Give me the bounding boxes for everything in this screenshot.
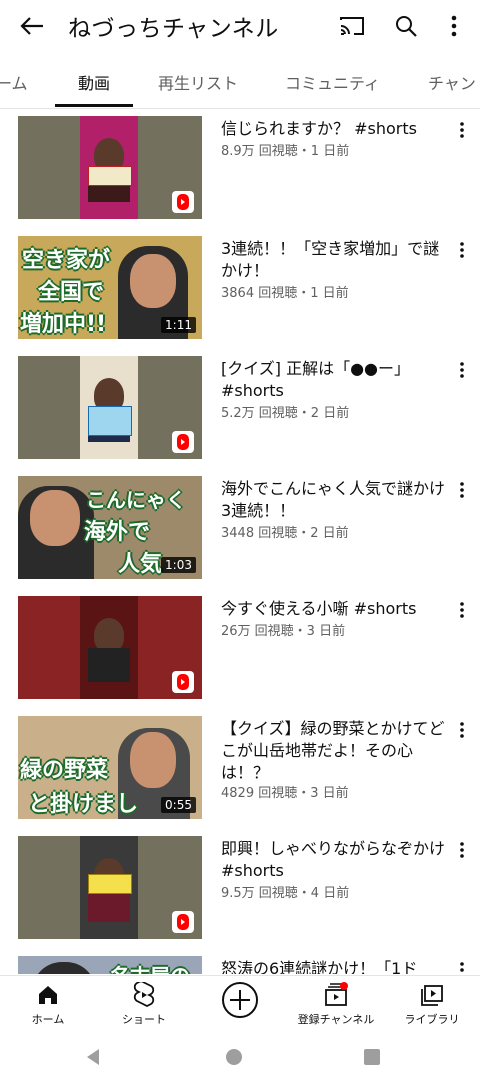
nav-shorts[interactable]: ショート [96,982,192,1027]
more-vert-icon[interactable] [440,10,468,42]
shorts-logo-icon [172,431,194,453]
more-vert-icon[interactable] [452,598,472,622]
list-item[interactable]: 緑の野菜 と掛けまし 0:55 【クイズ】緑の野菜とかけてどこが山岳地帯だよ！そ… [0,708,480,828]
more-vert-icon[interactable] [452,118,472,142]
bottom-navigation: ホーム ショート 登録チャンネル ライブラリ [0,975,480,1031]
video-thumbnail[interactable]: 空き家が 全国で 増加中!! 1:11 [18,236,202,339]
video-title[interactable]: 即興！しゃべりながらなぞかけ #shorts [221,838,445,882]
video-title[interactable]: 信じられますか？ #shorts [221,118,445,140]
search-icon[interactable] [388,10,424,42]
nav-label: ライブラリ [404,1013,460,1026]
nav-label: 登録チャンネル [297,1013,375,1026]
channel-title: ねづっちチャンネル [68,16,279,42]
shorts-logo-icon [172,911,194,933]
nav-home[interactable]: ホーム [0,982,96,1027]
thumbnail-text: 海外で [84,520,151,545]
video-meta: 4829 回視聴・3 日前 [221,786,349,801]
shorts-icon [96,982,192,1008]
thumbnail-text: 空き家が [22,248,111,273]
tab-channels[interactable]: チャン [428,70,476,94]
thumbnail-text: と掛けまし [28,792,139,817]
tab-community[interactable]: コミュニティ [285,70,380,94]
video-thumbnail[interactable]: こんにゃく 海外で 人気 1:03 [18,476,202,579]
cast-icon[interactable] [334,10,370,42]
video-thumbnail[interactable] [18,116,202,219]
system-home-icon[interactable] [225,1048,243,1070]
video-meta: 5.2万 回視聴・2 日前 [221,406,350,421]
shorts-logo-icon [172,191,194,213]
list-item[interactable]: こんにゃく 海外で 人気 1:03 海外でこんにゃく人気で謎かけ3連続！！ 34… [0,468,480,588]
thumbnail-text: こんにゃく [86,488,186,512]
video-duration: 1:11 [161,317,196,333]
top-app-bar: ねづっちチャンネル [0,0,480,52]
video-meta: 26万 回視聴・3 日前 [221,624,346,639]
nav-label: ショート [122,1013,166,1026]
video-title[interactable]: 怒涛の6連続謎かけ！「1ド [221,958,445,974]
video-title[interactable]: 【クイズ】緑の野菜とかけてどこが山岳地帯だよ！その心は！？ [221,718,445,784]
thumbnail-text: 緑の野菜 [20,758,109,783]
video-thumbnail[interactable] [18,356,202,459]
subscriptions-icon [288,982,384,1008]
video-thumbnail[interactable] [18,836,202,939]
nav-library[interactable]: ライブラリ [384,982,480,1027]
video-meta: 3864 回視聴・1 日前 [221,286,349,301]
thumbnail-text: 全国で [38,280,105,305]
list-item[interactable]: 今すぐ使える小噺 #shorts 26万 回視聴・3 日前 [0,588,480,708]
thumbnail-text: 人気 [118,552,163,577]
thumbnail-text: 名古屋の [110,960,190,974]
video-list[interactable]: 信じられますか？ #shorts 8.9万 回視聴・1 日前 空き家が 全国で … [0,108,480,974]
video-meta: 9.5万 回視聴・4 日前 [221,886,350,901]
video-title[interactable]: 海外でこんにゃく人気で謎かけ3連続！！ [221,478,445,522]
tab-playlists[interactable]: 再生リスト [158,70,238,94]
more-vert-icon[interactable] [452,238,472,262]
more-vert-icon[interactable] [452,838,472,862]
video-meta: 8.9万 回視聴・1 日前 [221,144,350,159]
shorts-logo-icon [172,671,194,693]
video-title[interactable]: 今すぐ使える小噺 #shorts [221,598,445,620]
more-vert-icon[interactable] [452,958,472,974]
channel-tabs: ーム 動画 再生リスト コミュニティ チャン [0,54,480,109]
video-meta: 3448 回視聴・2 日前 [221,526,349,541]
nav-create[interactable] [192,980,288,1020]
more-vert-icon[interactable] [452,478,472,502]
nav-label: ホーム [31,1013,65,1026]
video-thumbnail[interactable]: 緑の野菜 と掛けまし 0:55 [18,716,202,819]
video-title[interactable]: [クイズ] 正解は「●●ー」#shorts [221,358,445,402]
home-icon [0,982,96,1008]
list-item[interactable]: 信じられますか？ #shorts 8.9万 回視聴・1 日前 [0,108,480,228]
video-title[interactable]: 3連続！！「空き家増加」で謎かけ！ [221,238,445,282]
list-item[interactable]: [クイズ] 正解は「●●ー」#shorts 5.2万 回視聴・2 日前 [0,348,480,468]
list-item[interactable]: 名古屋の 怒涛の6連続謎かけ！「1ド [0,948,480,974]
list-item[interactable]: 即興！しゃべりながらなぞかけ #shorts 9.5万 回視聴・4 日前 [0,828,480,948]
more-vert-icon[interactable] [452,718,472,742]
tab-home[interactable]: ーム [0,70,28,94]
thumbnail-text: 増加中!! [20,312,107,337]
nav-subscriptions[interactable]: 登録チャンネル [288,982,384,1027]
video-thumbnail[interactable] [18,596,202,699]
back-arrow-icon[interactable] [14,10,50,42]
video-thumbnail[interactable]: 名古屋の [18,956,202,974]
system-recents-icon[interactable] [364,1049,380,1069]
create-plus-icon [192,980,288,1020]
library-icon [384,982,480,1008]
list-item[interactable]: 空き家が 全国で 増加中!! 1:11 3連続！！「空き家増加」で謎かけ！ 38… [0,228,480,348]
video-duration: 1:03 [161,557,196,573]
video-duration: 0:55 [161,797,196,813]
active-tab-indicator [55,104,133,107]
tab-videos[interactable]: 動画 [78,70,110,94]
system-navigation-bar [0,1030,480,1085]
system-back-icon[interactable] [84,1048,102,1070]
more-vert-icon[interactable] [452,358,472,382]
